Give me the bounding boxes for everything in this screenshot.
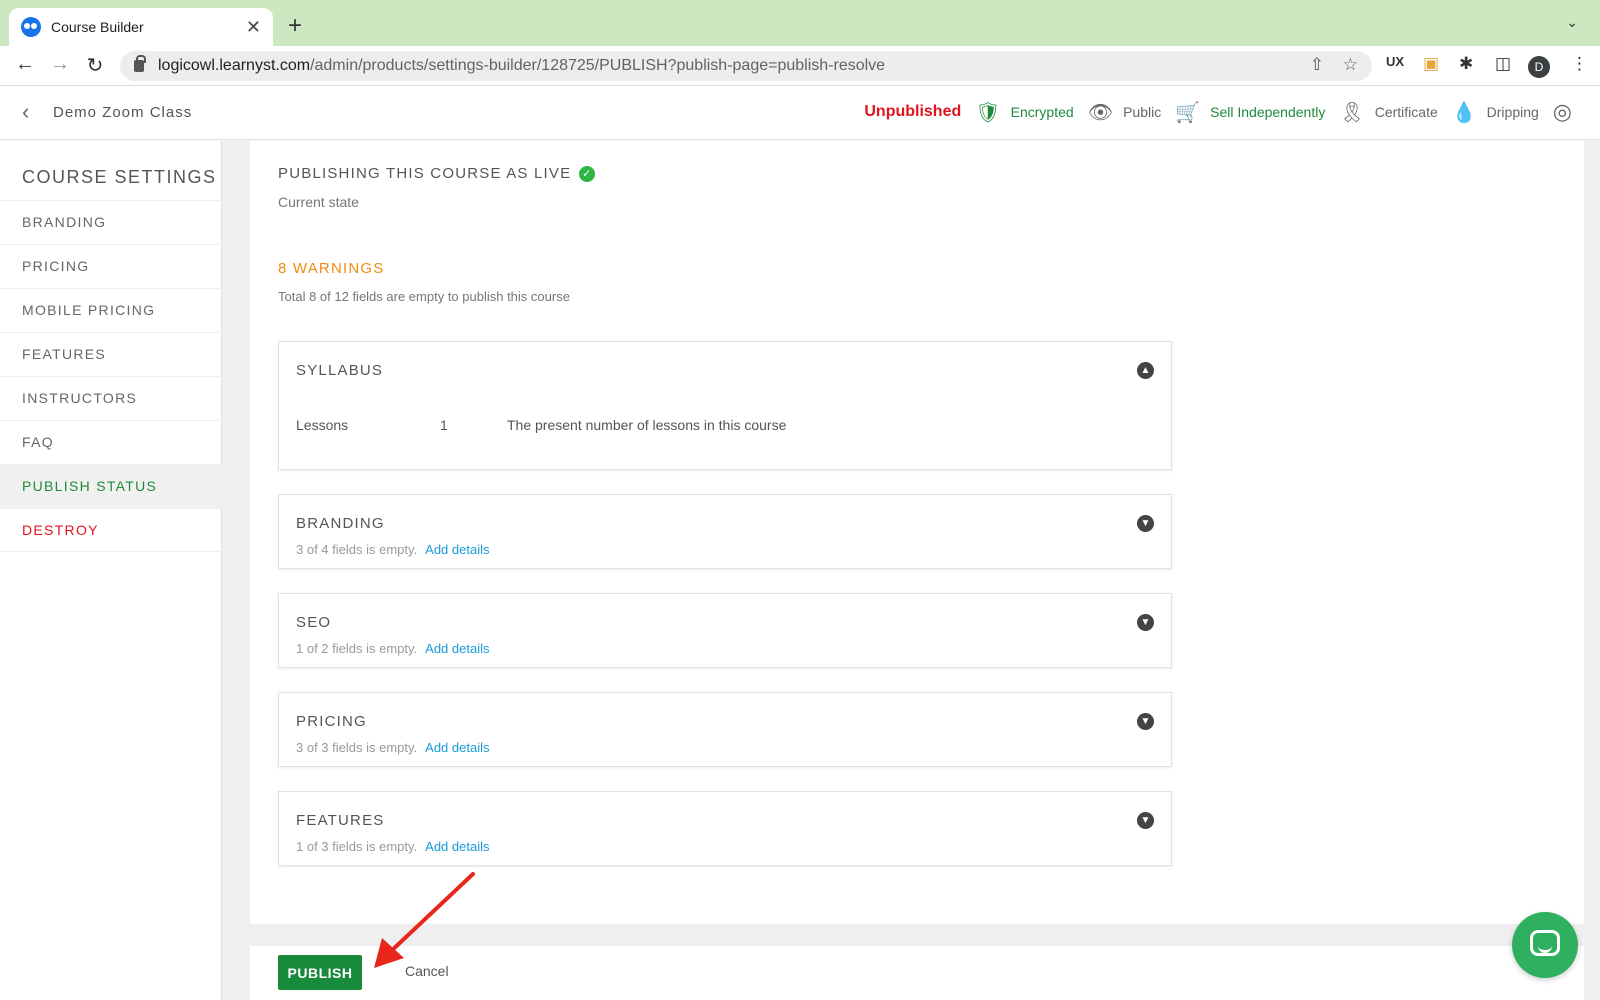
course-status-row: Unpublished 🛡 Encrypted 👁 Public 🛒 Sell …	[864, 97, 1572, 127]
sidebar-item-destroy[interactable]: DESTROY	[0, 508, 222, 552]
lessons-label: Lessons	[296, 417, 349, 433]
warnings-heading: 8 WARNINGS	[278, 260, 385, 277]
sidebar-item-faq[interactable]: FAQ	[0, 420, 222, 464]
owl-favicon-icon	[21, 17, 41, 37]
live-status-text: PUBLISHING THIS COURSE AS LIVE	[278, 165, 572, 182]
sidebar-title: COURSE SETTINGS	[22, 167, 217, 187]
flag-label: Certificate	[1374, 104, 1438, 120]
course-name: Demo Zoom Class	[53, 104, 193, 121]
panel-title: PRICING	[296, 713, 367, 730]
url-path: /admin/products/settings-builder/128725/…	[310, 57, 886, 74]
panel-status: 3 of 3 fields is empty. Add details	[296, 740, 489, 755]
chevron-down-icon[interactable]: ▼	[1137, 515, 1154, 532]
add-details-link[interactable]: Add details	[425, 839, 489, 854]
sidebar-item-instructors[interactable]: INSTRUCTORS	[0, 376, 222, 420]
annotation-arrow-icon	[374, 872, 475, 968]
live-status-heading: PUBLISHING THIS COURSE AS LIVE ✓	[278, 165, 596, 182]
panel-title: BRANDING	[296, 515, 385, 532]
drop-icon: 💧	[1451, 101, 1477, 124]
browser-tab-bar: Course Builder ✕ + ⌄	[0, 0, 1600, 46]
chevron-down-icon[interactable]: ▼	[1137, 713, 1154, 730]
add-details-link[interactable]: Add details	[425, 641, 489, 656]
panel-title: FEATURES	[296, 812, 385, 829]
eye-slash-icon: 👁	[1087, 101, 1114, 124]
sidebar-item-pricing[interactable]: PRICING	[0, 244, 222, 288]
flag-label: Sell Independently	[1210, 104, 1326, 120]
empty-fields-text: 1 of 2 fields is empty.	[296, 641, 418, 656]
sidebar-item-publish-status[interactable]: PUBLISH STATUS	[0, 464, 222, 508]
chat-bubble-icon	[1530, 930, 1560, 956]
chevron-down-icon[interactable]: ▼	[1137, 614, 1154, 631]
flag-sell-independently[interactable]: 🛒 Sell Independently	[1175, 100, 1325, 125]
panel-status: 3 of 4 fields is empty. Add details	[296, 542, 489, 557]
url-host: logicowl.learnyst.com	[158, 57, 311, 74]
flag-certificate[interactable]: 🎗 Certificate	[1339, 100, 1437, 125]
share-icon[interactable]: ⇧	[1310, 55, 1324, 75]
address-bar[interactable]: logicowl.learnyst.com/admin/products/set…	[120, 51, 1372, 81]
lessons-count: 1	[440, 417, 448, 433]
award-icon: 🎗	[1339, 101, 1365, 124]
shield-check-icon: 🛡	[975, 101, 1001, 124]
profile-avatar[interactable]: D	[1528, 56, 1550, 78]
app-header: ‹ Demo Zoom Class Unpublished 🛡 Encrypte…	[0, 87, 1600, 140]
branding-panel[interactable]: BRANDING ▼ 3 of 4 fields is empty. Add de…	[278, 494, 1172, 569]
current-state-label: Current state	[278, 194, 359, 210]
panel-status: 1 of 3 fields is empty. Add details	[296, 839, 489, 854]
cart-icon: 🛒	[1175, 101, 1201, 124]
flag-label: Encrypted	[1010, 104, 1074, 120]
features-panel[interactable]: FEATURES ▼ 1 of 3 fields is empty. Add de…	[278, 791, 1172, 866]
publish-state-label: Unpublished	[864, 103, 962, 120]
tab-title: Course Builder	[51, 19, 144, 35]
reload-icon[interactable]: ↻	[82, 53, 108, 78]
kebab-menu-icon[interactable]: ⋮	[1571, 54, 1588, 74]
empty-fields-text: 3 of 3 fields is empty.	[296, 740, 418, 755]
new-tab-button[interactable]: +	[288, 12, 302, 40]
flag-encrypted[interactable]: 🛡 Encrypted	[975, 100, 1073, 125]
warnings-description: Total 8 of 12 fields are empty to publis…	[278, 289, 570, 304]
chevron-up-icon[interactable]: ▲	[1137, 362, 1154, 379]
flag-public[interactable]: 👁 Public	[1088, 100, 1162, 125]
lessons-description: The present number of lessons in this co…	[507, 417, 787, 433]
syllabus-panel: SYLLABUS ▲ Lessons 1 The present number …	[278, 341, 1172, 470]
chat-launcher-button[interactable]	[1512, 912, 1578, 978]
browser-toolbar: ← → ↻ logicowl.learnyst.com/admin/produc…	[0, 46, 1600, 86]
settings-sidebar: COURSE SETTINGS BRANDING PRICING MOBILE …	[0, 141, 222, 1000]
browser-tab[interactable]: Course Builder ✕	[9, 8, 273, 46]
seo-panel[interactable]: SEO ▼ 1 of 2 fields is empty. Add details	[278, 593, 1172, 668]
check-circle-icon: ✓	[579, 165, 596, 182]
flag-label: Public	[1123, 104, 1162, 120]
sidebar-item-features[interactable]: FEATURES	[0, 332, 222, 376]
flag-label: Dripping	[1486, 104, 1539, 120]
capture-extension-icon[interactable]: ▣	[1423, 54, 1439, 74]
empty-fields-text: 3 of 4 fields is empty.	[296, 542, 418, 557]
empty-fields-text: 1 of 3 fields is empty.	[296, 839, 418, 854]
back-arrow-icon[interactable]: ←	[12, 53, 38, 76]
chevron-down-icon[interactable]: ▼	[1137, 812, 1154, 829]
star-icon[interactable]: ☆	[1343, 55, 1358, 75]
close-tab-icon[interactable]: ✕	[246, 17, 261, 38]
pricing-panel[interactable]: PRICING ▼ 3 of 3 fields is empty. Add det…	[278, 692, 1172, 767]
sidebar-item-mobile-pricing[interactable]: MOBILE PRICING	[0, 288, 222, 332]
lifebuoy-icon[interactable]: ◎	[1553, 99, 1572, 125]
forward-arrow-icon[interactable]: →	[47, 53, 73, 76]
panel-status: 1 of 2 fields is empty. Add details	[296, 641, 489, 656]
add-details-link[interactable]: Add details	[425, 542, 489, 557]
flag-dripping[interactable]: 💧 Dripping	[1452, 100, 1539, 125]
sidepanel-icon[interactable]: ◫	[1495, 54, 1511, 74]
panel-title: SEO	[296, 614, 332, 631]
publish-button[interactable]: PUBLISH	[278, 955, 362, 990]
panel-title: SYLLABUS	[296, 362, 384, 379]
ux-extension-icon[interactable]: UX	[1386, 54, 1404, 69]
sidebar-item-branding[interactable]: BRANDING	[0, 200, 222, 244]
back-chevron-icon[interactable]: ‹	[22, 99, 29, 125]
puzzle-icon[interactable]: ✱	[1459, 54, 1473, 74]
add-details-link[interactable]: Add details	[425, 740, 489, 755]
chevron-down-icon[interactable]: ⌄	[1566, 14, 1578, 31]
lock-icon[interactable]	[134, 55, 146, 72]
